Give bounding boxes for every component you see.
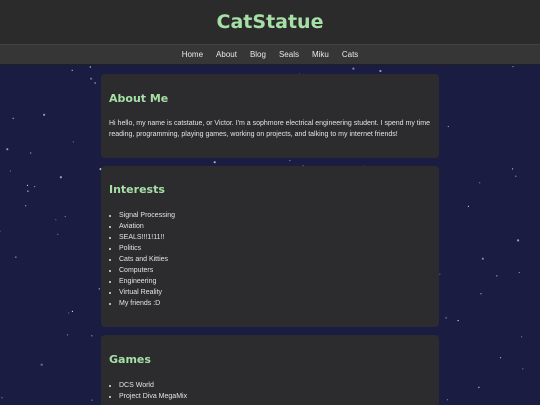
star [64,216,66,218]
star [30,152,32,154]
main-content: About Me Hi hello, my name is catstatue,… [101,74,439,405]
star [457,320,459,322]
star [57,233,59,235]
star [94,82,96,84]
star [72,141,74,143]
star [518,271,520,274]
star [12,117,14,119]
star [478,386,480,388]
star [55,219,57,221]
star [27,190,29,192]
star [511,168,514,170]
star [98,288,100,290]
star [521,336,523,338]
star [40,363,43,366]
main-nav: Home About Blog Seals Miku Cats [0,44,540,65]
interests-heading: Interests [109,183,165,196]
star [15,256,17,258]
star [67,334,69,336]
nav-link-blog[interactable]: Blog [250,49,266,61]
star [0,230,1,232]
interest-item: SEALS!!!1!11!! [119,232,431,243]
interest-item: Politics [119,243,431,254]
star [499,357,502,359]
star [467,205,469,207]
interest-item: My friends :D [119,298,431,309]
star [479,182,481,184]
star [447,125,449,128]
star [439,273,441,275]
nav-link-seals[interactable]: Seals [279,49,299,61]
star [71,69,73,71]
star [68,312,70,314]
star [1,397,3,399]
games-list: DCS World Project Diva MegaMix [109,380,431,402]
star [43,113,46,116]
nav-link-home[interactable]: Home [182,49,203,61]
star [481,257,484,260]
star [522,368,524,370]
interest-item: Aviation [119,221,431,232]
interest-item: Virtual Reality [119,287,431,298]
star [379,69,382,73]
star [91,399,93,401]
nav-link-miku[interactable]: Miku [312,49,329,61]
games-heading: Games [109,353,151,366]
nav-link-cats[interactable]: Cats [342,49,358,61]
nav-link-about[interactable]: About [216,49,237,61]
about-card: About Me Hi hello, my name is catstatue,… [101,74,439,158]
star [34,186,36,188]
star [480,293,482,295]
star [90,77,93,80]
star [59,176,63,179]
interests-list: Signal Processing Aviation SEALS!!!1!11!… [109,210,431,309]
star [6,148,9,151]
game-item: Project Diva MegaMix [119,391,431,402]
star [517,239,520,242]
star [91,335,93,337]
site-header: CatStatue [0,0,540,44]
star [71,310,73,312]
game-item: DCS World [119,380,431,391]
games-card: Games DCS World Project Diva MegaMix [101,335,439,405]
star [445,317,447,319]
star [515,175,517,177]
star [496,275,498,277]
star [446,399,449,401]
star [26,184,29,186]
interests-card: Interests Signal Processing Aviation SEA… [101,166,439,327]
about-text: Hi hello, my name is catstatue, or Victo… [109,120,431,138]
site-title: CatStatue [216,11,324,33]
about-heading: About Me [109,92,169,105]
star [512,66,514,68]
interest-item: Computers [119,265,431,276]
star [25,205,27,207]
star [352,67,355,70]
interest-item: Cats and Kitties [119,254,431,265]
star [89,66,91,68]
interest-item: Signal Processing [119,210,431,221]
star [9,170,11,172]
interest-item: Engineering [119,276,431,287]
